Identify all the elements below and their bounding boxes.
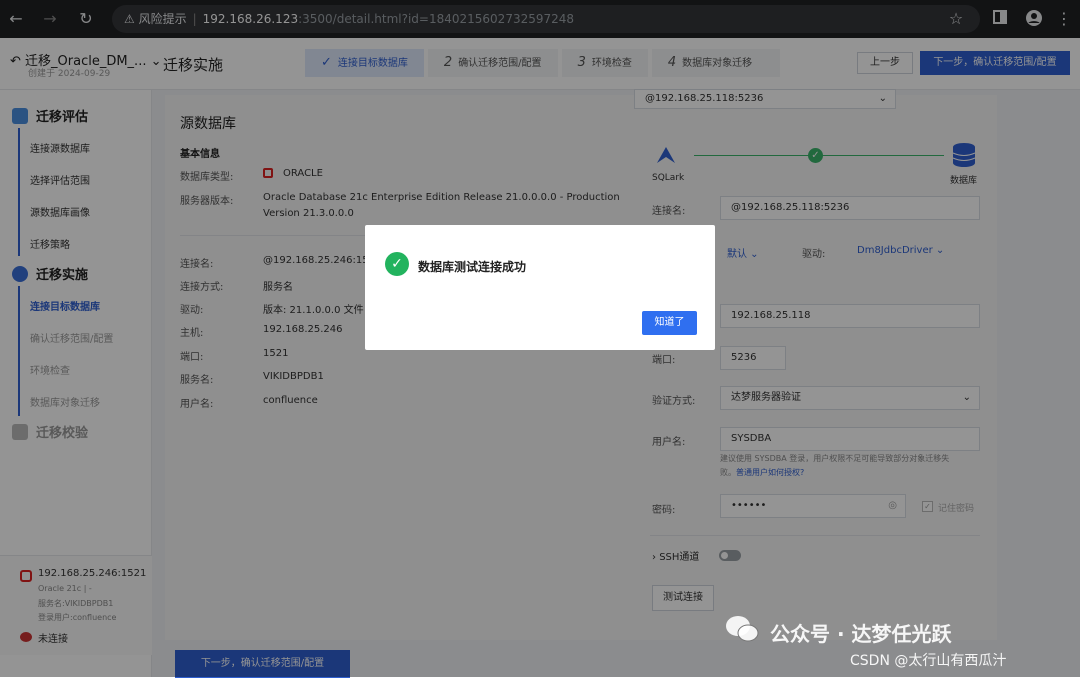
success-dialog: ✓ 数据库测试连接成功 知道了 [365,225,715,350]
wechat-icon [724,614,760,644]
dialog-message: 数据库测试连接成功 [418,260,527,274]
watermark-line2: CSDN @太行山有西瓜汁 [850,653,1007,669]
watermark-line1: 公众号 · 达梦任光跃 [770,622,952,646]
success-check-icon: ✓ [385,252,409,276]
ok-button[interactable]: 知道了 [642,311,697,335]
